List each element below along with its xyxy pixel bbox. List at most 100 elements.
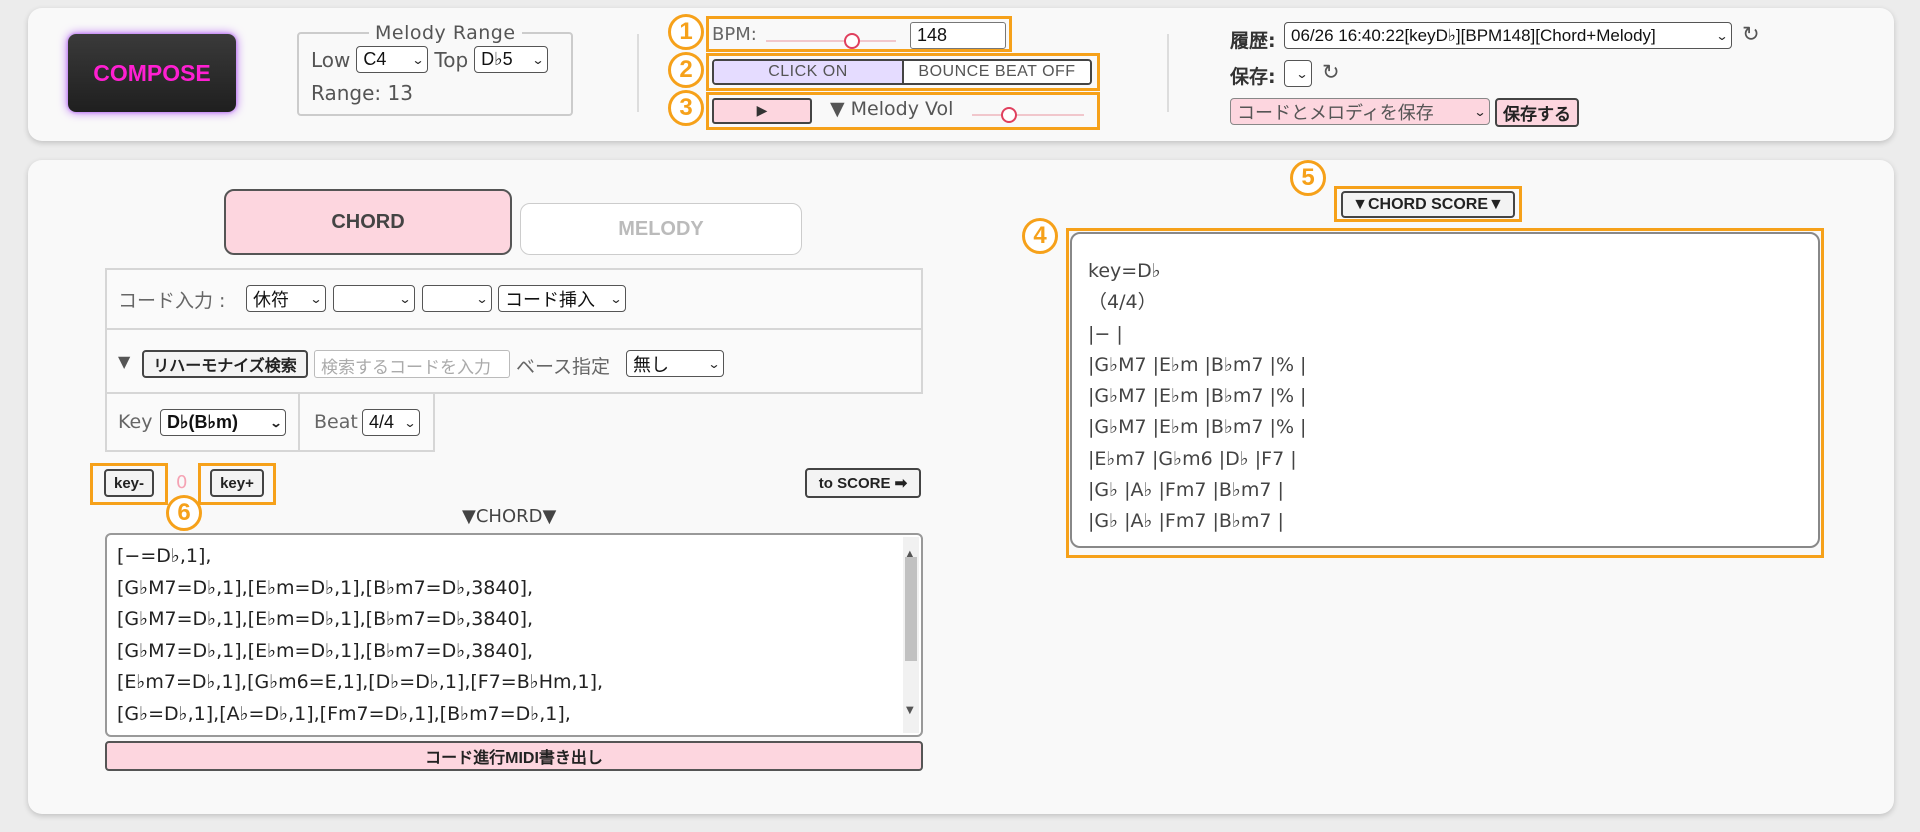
save-label: 保存: [1230, 66, 1276, 88]
save-type-select[interactable]: コードとメロディを保存 ⌄ [1230, 98, 1490, 125]
play-icon: ▶ [756, 103, 768, 119]
refresh-history-icon[interactable]: ↻ [1742, 22, 1760, 46]
click-bounce-toggle-group: CLICK ON BOUNCE BEAT OFF [712, 59, 1092, 85]
annotation-3: 3 [668, 90, 704, 126]
chord-bass-select[interactable]: ⌄ [422, 285, 492, 312]
melody-range-group: Melody Range Low C4 ⌄ Top D♭5 ⌄ Range: 1… [297, 22, 573, 116]
annotation-4: 4 [1022, 218, 1058, 254]
score-line: |G♭M7 |E♭m |B♭m7 |% | [1088, 385, 1307, 408]
tab-melody[interactable]: MELODY [520, 203, 802, 255]
chord-score-display: key=D♭ （4/4） |− | |G♭M7 |E♭m |B♭m7 |% | |G♭M… [1070, 232, 1820, 548]
annotation-1: 1 [668, 14, 704, 50]
top-label: Top [434, 47, 469, 72]
chord-root-select[interactable]: 休符 ⌄ [246, 285, 326, 312]
chord-lines: [−=D♭,1], [G♭M7=D♭,1],[E♭m=D♭,1],[B♭m7=D♭… [117, 541, 911, 730]
top-note-select[interactable]: D♭5 ⌄ [474, 46, 549, 73]
reharmonize-toggle[interactable]: ▼ [118, 352, 130, 371]
midi-export-button[interactable]: コード進行MIDI書き出し [105, 741, 923, 771]
score-line: |G♭M7 |E♭m |B♭m7 |% | [1088, 353, 1307, 376]
annotation-2: 2 [668, 52, 704, 88]
key-select[interactable]: D♭(B♭m) ⌄ [160, 409, 286, 436]
chevron-down-icon: ⌄ [1715, 28, 1729, 43]
scroll-down-icon[interactable]: ▼ [906, 695, 914, 727]
score-line: |G♭ |A♭ |Fm7 |B♭m7 | [1088, 510, 1284, 533]
chord-line: [G♭=D♭,1],[A♭=D♭,1],[Fm7=D♭,1],[B♭m7=D♭,… [117, 702, 571, 725]
chord-line: [G♭M7=D♭,1],[E♭m=D♭,1],[B♭m7=D♭,3840], [117, 608, 534, 630]
chevron-down-icon: ⌄ [531, 52, 545, 67]
melody-range-legend: Melody Range [375, 22, 516, 44]
history-label: 履歴: [1230, 30, 1276, 52]
chevron-down-icon: ⌄ [411, 52, 425, 67]
chevron-down-icon: ⌄ [475, 291, 489, 306]
key-label: Key [118, 411, 153, 433]
chord-line: [G♭M7=D♭,1],[E♭m=D♭,1],[B♭m7=D♭,3840], [117, 576, 534, 599]
chord-score-toggle[interactable]: ▼CHORD SCORE▼ [1341, 191, 1515, 218]
low-note-select[interactable]: C4 ⌄ [356, 46, 429, 73]
chevron-down-icon: ⌄ [609, 291, 623, 306]
bpm-label: BPM: [712, 24, 757, 45]
bpm-slider-thumb[interactable] [843, 33, 860, 49]
range-text: Range: 13 [311, 81, 413, 105]
chevron-down-icon: ⌄ [269, 415, 283, 430]
bpm-input[interactable]: 148 [910, 22, 1006, 49]
score-line: |G♭ |A♭ |Fm7 |B♭m7 | [1088, 479, 1284, 502]
refresh-save-icon[interactable]: ↻ [1322, 60, 1340, 84]
low-note-value: C4 [363, 49, 387, 69]
save-slot-select[interactable]: ⌄ [1284, 60, 1312, 87]
save-type-value: コードとメロディを保存 [1237, 102, 1434, 123]
beat-value: 4/4 [369, 412, 395, 432]
chevron-down-icon: ⌄ [1473, 104, 1487, 119]
chevron-down-icon: ⌄ [1295, 66, 1309, 81]
annotation-5: 5 [1290, 160, 1326, 196]
chord-search-input[interactable]: 検索するコードを入力 [314, 350, 510, 378]
melody-vol-slider-thumb[interactable] [1000, 107, 1017, 123]
beat-label: Beat [314, 411, 358, 433]
chord-insert-select[interactable]: コード挿入 ⌄ [498, 285, 626, 312]
bass-select[interactable]: 無し ⌄ [626, 350, 724, 377]
chord-root-value: 休符 [253, 289, 289, 310]
bass-value: 無し [633, 354, 669, 375]
top-note-value: D♭5 [481, 49, 513, 69]
compose-button[interactable]: COMPOSE [68, 34, 236, 112]
chevron-down-icon: ⌄ [398, 291, 412, 306]
score-line: |E♭m7 |G♭m6 |D♭ |F7 | [1088, 447, 1297, 470]
chevron-down-icon: ⌄ [403, 415, 417, 430]
chevron-down-icon: ⌄ [309, 291, 323, 306]
chord-type-select[interactable]: ⌄ [333, 285, 415, 312]
transpose-value: 0 [176, 472, 188, 493]
play-button[interactable]: ▶ [712, 98, 812, 124]
score-line: |G♭M7 |E♭m |B♭m7 |% | [1088, 416, 1307, 439]
key-value: D♭(B♭m) [167, 412, 238, 432]
bounce-beat-button[interactable]: BOUNCE BEAT OFF [904, 61, 1090, 83]
reharmonize-search-button[interactable]: リハーモナイズ検索 [142, 350, 308, 378]
tab-chord[interactable]: CHORD [224, 189, 512, 255]
save-button[interactable]: 保存する [1495, 98, 1579, 127]
chevron-down-icon: ⌄ [707, 356, 721, 371]
chord-section-title: ▼CHORD▼ [462, 506, 557, 527]
chord-input-label: コード入力 : [118, 290, 226, 312]
click-on-button[interactable]: CLICK ON [714, 61, 904, 83]
divider [1167, 34, 1169, 112]
chord-scrollbar[interactable]: ▲ ▼ [903, 537, 919, 733]
melody-vol-label[interactable]: ▼ Melody Vol [830, 98, 953, 120]
chord-insert-value: コード挿入 [505, 289, 595, 310]
melody-vol-slider[interactable] [972, 107, 1084, 123]
to-score-button[interactable]: to SCORE ➡ [805, 468, 921, 498]
bpm-slider[interactable] [766, 33, 896, 49]
key-plus-button[interactable]: key+ [210, 469, 264, 497]
chord-line: [−=D♭,1], [117, 545, 212, 567]
low-label: Low [311, 47, 351, 72]
bass-label: ベース指定 [516, 356, 611, 378]
divider [637, 34, 639, 112]
annotation-6: 6 [166, 495, 202, 531]
beat-select[interactable]: 4/4 ⌄ [362, 409, 420, 436]
scrollbar-thumb[interactable] [905, 557, 917, 661]
history-value: 06/26 16:40:22[keyD♭][BPM148][Chord+Melo… [1291, 25, 1656, 45]
key-minus-button[interactable]: key- [104, 469, 154, 497]
chord-textarea[interactable]: [−=D♭,1], [G♭M7=D♭,1],[E♭m=D♭,1],[B♭m7=D♭… [105, 533, 923, 737]
chord-line: [E♭m7=D♭,1],[G♭m6=E,1],[D♭=D♭,1],[F7=B♭H… [117, 671, 604, 693]
score-line: （4/4） [1088, 291, 1157, 314]
score-line: key=D♭ [1088, 260, 1161, 282]
history-select[interactable]: 06/26 16:40:22[keyD♭][BPM148][Chord+Melo… [1284, 22, 1732, 49]
score-line: |− | [1088, 322, 1123, 345]
